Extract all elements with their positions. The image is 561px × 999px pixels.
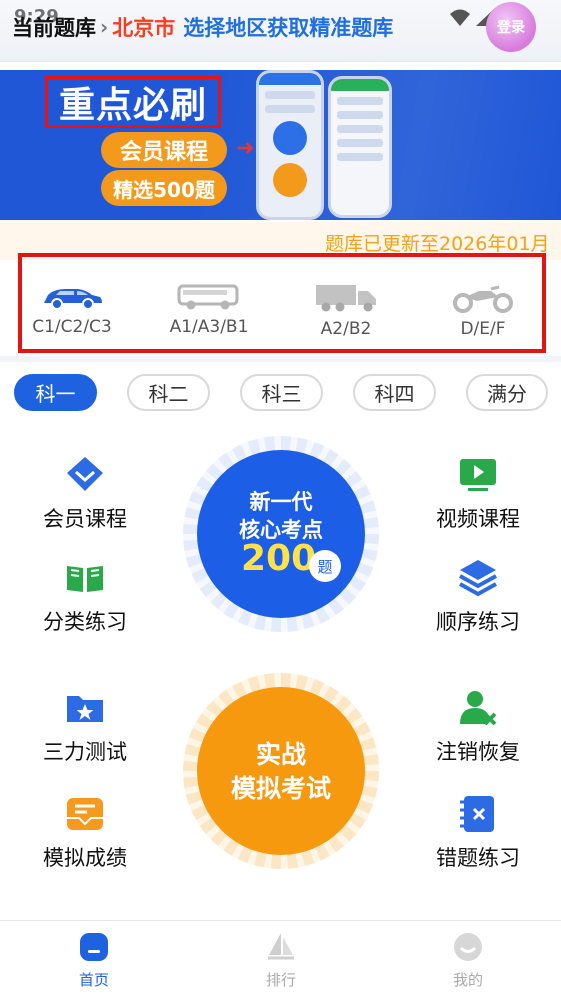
book-icon — [67, 566, 103, 592]
nav-mine[interactable]: 我的 — [418, 931, 518, 990]
truck-icon — [316, 285, 376, 312]
core-points-button[interactable]: 新一代 核心考点 200 题 — [197, 450, 365, 618]
license-label: C1/C2/C3 — [32, 317, 112, 337]
mock-exam-line1: 实战 — [255, 740, 306, 769]
cancel-restore-button[interactable]: 注销恢复 — [418, 688, 538, 766]
arrow-icon: ➜ — [236, 136, 255, 161]
city-name[interactable]: 北京市 — [112, 12, 175, 42]
feature-label: 顺序练习 — [436, 610, 520, 634]
mock-score-button[interactable]: 模拟成绩 — [25, 794, 145, 872]
bottom-nav: 首页 排行 我的 — [0, 920, 561, 999]
feature-label: 模拟成绩 — [43, 846, 127, 870]
feature-label: 错题练习 — [436, 846, 520, 870]
selected-500-pill[interactable]: 精选500题 — [101, 170, 227, 206]
header-bar: 9:29 当前题库 › 北京市 选择地区获取精准题库 登录 — [0, 0, 561, 62]
video-play-icon — [460, 459, 496, 491]
notebook-x-icon — [460, 796, 494, 832]
license-def[interactable]: D/E/F — [418, 283, 548, 339]
nav-ranking[interactable]: 排行 — [231, 931, 331, 990]
license-c1c2c3[interactable]: C1/C2/C3 — [7, 283, 137, 337]
phone-mockup-2 — [328, 76, 392, 218]
login-button[interactable]: 登录 — [486, 2, 536, 52]
core-points-line1: 新一代 — [249, 490, 313, 514]
car-icon — [44, 289, 102, 310]
feature-label: 三力测试 — [43, 740, 127, 764]
feature-label: 会员课程 — [43, 507, 127, 531]
nav-label: 我的 — [452, 971, 483, 989]
wrong-question-practice-button[interactable]: 错题练习 — [418, 794, 538, 872]
nav-label: 首页 — [78, 971, 109, 989]
license-label: D/E/F — [460, 319, 506, 339]
home-screen: 9:29 当前题库 › 北京市 选择地区获取精准题库 登录 重点必刷 会员课程 … — [0, 0, 561, 999]
diamond-icon — [67, 457, 103, 491]
tab-subject-4[interactable]: 科四 — [353, 374, 436, 411]
banner-title-box: 重点必刷 — [45, 76, 221, 128]
motorcycle-icon — [453, 285, 513, 313]
update-notice-text: 题库已更新至2026年01月 — [325, 233, 550, 255]
license-label: A2/B2 — [320, 319, 372, 339]
three-ability-test-button[interactable]: 三力测试 — [25, 688, 145, 766]
home-icon — [80, 933, 108, 961]
layers-icon — [459, 560, 497, 597]
bus-icon — [177, 284, 239, 310]
folder-star-icon — [67, 696, 103, 722]
mock-exam-button[interactable]: 实战 模拟考试 — [197, 687, 365, 855]
sequential-practice-button[interactable]: 顺序练习 — [418, 558, 538, 636]
member-course-pill[interactable]: 会员课程 — [101, 132, 227, 168]
smiley-icon — [454, 933, 482, 961]
banner-title: 重点必刷 — [58, 85, 207, 126]
phone-mockup-1 — [256, 70, 324, 220]
inbox-icon — [67, 798, 103, 830]
tab-subject-1[interactable]: 科一 — [14, 374, 97, 411]
region-hint[interactable]: 选择地区获取精准题库 — [183, 12, 393, 42]
feature-label: 注销恢复 — [436, 740, 520, 764]
nav-home[interactable]: 首页 — [44, 931, 144, 990]
license-a1a3b1[interactable]: A1/A3/B1 — [144, 283, 274, 337]
user-remove-icon — [460, 691, 497, 726]
core-points-unit: 题 — [309, 550, 341, 582]
wifi-icon — [450, 9, 470, 26]
video-course-button[interactable]: 视频课程 — [418, 455, 538, 533]
chevron-right-icon: › — [100, 15, 109, 39]
feature-label: 视频课程 — [436, 507, 520, 531]
category-practice-button[interactable]: 分类练习 — [25, 558, 145, 636]
member-course-button[interactable]: 会员课程 — [25, 455, 145, 533]
tab-full-score[interactable]: 满分 — [466, 374, 548, 411]
login-label: 登录 — [497, 20, 525, 36]
license-label: A1/A3/B1 — [169, 317, 249, 337]
core-points-count: 200 — [241, 538, 317, 579]
section-divider — [0, 356, 561, 362]
region-selector[interactable]: 当前题库 › 北京市 选择地区获取精准题库 — [12, 12, 393, 42]
sailboat-icon — [268, 933, 294, 960]
mock-exam-line2: 模拟考试 — [230, 774, 331, 803]
license-a2b2[interactable]: A2/B2 — [281, 283, 411, 339]
tab-subject-2[interactable]: 科二 — [127, 374, 210, 411]
current-bank-label: 当前题库 — [12, 16, 96, 40]
nav-label: 排行 — [265, 971, 296, 989]
feature-label: 分类练习 — [43, 610, 127, 634]
tab-subject-3[interactable]: 科三 — [240, 374, 323, 411]
